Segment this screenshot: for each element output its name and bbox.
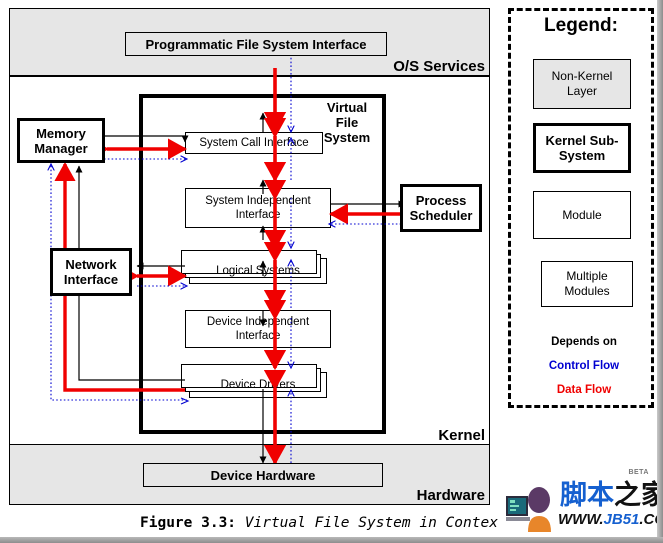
module-device-independent-interface[interactable]: Device Independent Interface: [185, 310, 331, 348]
box-programmatic-file-system-interface[interactable]: Programmatic File System Interface: [125, 32, 387, 56]
window-edge-right: [657, 0, 663, 543]
legend-item-data-flow: Data Flow: [521, 381, 647, 399]
legend-item-non-kernel-layer: Non-Kernel Layer: [533, 59, 631, 109]
legend-item-module: Module: [533, 191, 631, 239]
module-device-drivers[interactable]: Device Drivers: [181, 364, 327, 398]
legend-label-data-flow: Data Flow: [521, 381, 647, 399]
layer-label-hardware: Hardware: [416, 487, 485, 504]
figure-number: Figure 3.3:: [140, 515, 237, 531]
watermark-brand-blue: 脚本: [560, 480, 614, 510]
legend-item-control-flow: Control Flow: [521, 357, 647, 375]
legend-label-depends-on: Depends on: [521, 333, 647, 351]
window-edge-bottom: [0, 537, 663, 543]
module-logical-systems[interactable]: Logical Systems: [181, 250, 327, 284]
legend-item-multiple-modules: Multiple Modules: [533, 253, 633, 307]
watermark-url: WWW.JB51.CC: [558, 511, 657, 528]
legend-title: Legend:: [544, 15, 618, 36]
watermark-url-prefix: WWW.: [558, 511, 604, 528]
legend-item-kernel-sub-system: Kernel Sub- System: [533, 123, 631, 173]
box-device-hardware[interactable]: Device Hardware: [143, 463, 383, 487]
vfs-context-diagram: O/S Services Kernel Hardware Virtual Fil…: [9, 8, 490, 505]
watermark-url-brand: JB51: [603, 511, 640, 528]
box-memory-manager[interactable]: Memory Manager: [17, 118, 105, 163]
figure-title: Virtual File System in Contex: [244, 515, 498, 531]
watermark-brand: 脚本之家: [560, 480, 657, 510]
virtual-file-system-label: Virtual File System: [323, 100, 371, 145]
layer-label-os-services: O/S Services: [393, 58, 485, 75]
box-process-scheduler[interactable]: Process Scheduler: [400, 184, 482, 232]
watermark-beta-label: BETA: [628, 469, 649, 476]
site-watermark: BETA 脚本之家 WWW.JB51.CC: [502, 468, 657, 536]
watermark-brand-dark: 之家: [614, 480, 657, 510]
legend-label-control-flow: Control Flow: [521, 357, 647, 375]
box-network-interface[interactable]: Network Interface: [50, 248, 132, 296]
legend-panel: Legend: Non-Kernel Layer Kernel Sub- Sys…: [508, 8, 654, 408]
module-system-independent-interface[interactable]: System Independent Interface: [185, 188, 331, 228]
watermark-url-suffix: .CC: [639, 511, 657, 528]
figure-canvas: O/S Services Kernel Hardware Virtual Fil…: [0, 0, 663, 543]
legend-item-depends-on: Depends on: [521, 333, 647, 351]
watermark-person-icon: [506, 487, 551, 532]
module-system-call-interface[interactable]: System Call Interface: [185, 132, 323, 154]
layer-label-kernel: Kernel: [438, 427, 485, 444]
